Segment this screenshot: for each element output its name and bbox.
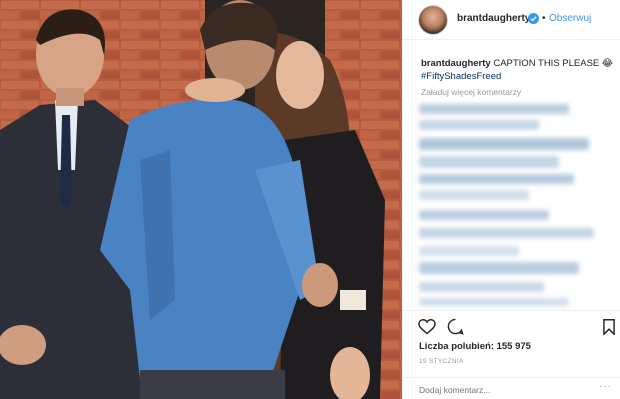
blurred-comment-line (419, 210, 549, 220)
blurred-comment-line (419, 120, 539, 130)
post-date[interactable]: 19 STYCZNIA (419, 358, 463, 365)
verified-badge-icon (528, 13, 539, 24)
hashtag-link[interactable]: #FiftyShadesFreed (421, 70, 616, 83)
blurred-comment-line (419, 228, 594, 238)
post-photo-illustration (0, 0, 402, 399)
blurred-comment-line (419, 262, 579, 274)
post-header: brantdaugherty • Obserwuj (403, 0, 620, 40)
blurred-comment-line (419, 156, 559, 168)
blurred-comment-line (419, 174, 574, 184)
post-caption: brantdaugherty CAPTION THIS PLEASE 😂 #Fi… (421, 57, 616, 83)
caption-text: CAPTION THIS PLEASE 😂 (493, 58, 614, 69)
blurred-comment-line (419, 246, 519, 256)
bookmark-icon[interactable] (603, 319, 615, 335)
avatar[interactable] (418, 5, 448, 35)
likes-count[interactable]: Liczba polubień: 155 975 (419, 341, 531, 352)
load-more-comments[interactable]: Załaduj więcej komentarzy (421, 87, 521, 97)
more-options-button[interactable]: ··· (599, 381, 612, 392)
caption-username[interactable]: brantdaugherty (421, 58, 491, 69)
heart-icon[interactable] (418, 319, 436, 335)
blurred-comment-line (419, 298, 569, 306)
post-actions: Liczba polubień: 155 975 19 STYCZNIA ··· (403, 310, 620, 399)
post-photo[interactable] (0, 0, 402, 399)
comment-input[interactable] (419, 383, 579, 397)
blurred-comment-line (419, 190, 529, 200)
blurred-comment-line (419, 138, 589, 150)
comment-bubble-icon[interactable] (447, 318, 464, 335)
separator-dot: • (542, 13, 546, 24)
blurred-comment-line (419, 282, 544, 292)
post-side-panel: brantdaugherty • Obserwuj brantdaugherty… (402, 0, 620, 399)
blurred-comment-line (419, 104, 569, 114)
add-comment-row: ··· (403, 377, 620, 399)
username-link[interactable]: brantdaugherty (457, 13, 530, 24)
follow-button[interactable]: Obserwuj (549, 13, 591, 24)
